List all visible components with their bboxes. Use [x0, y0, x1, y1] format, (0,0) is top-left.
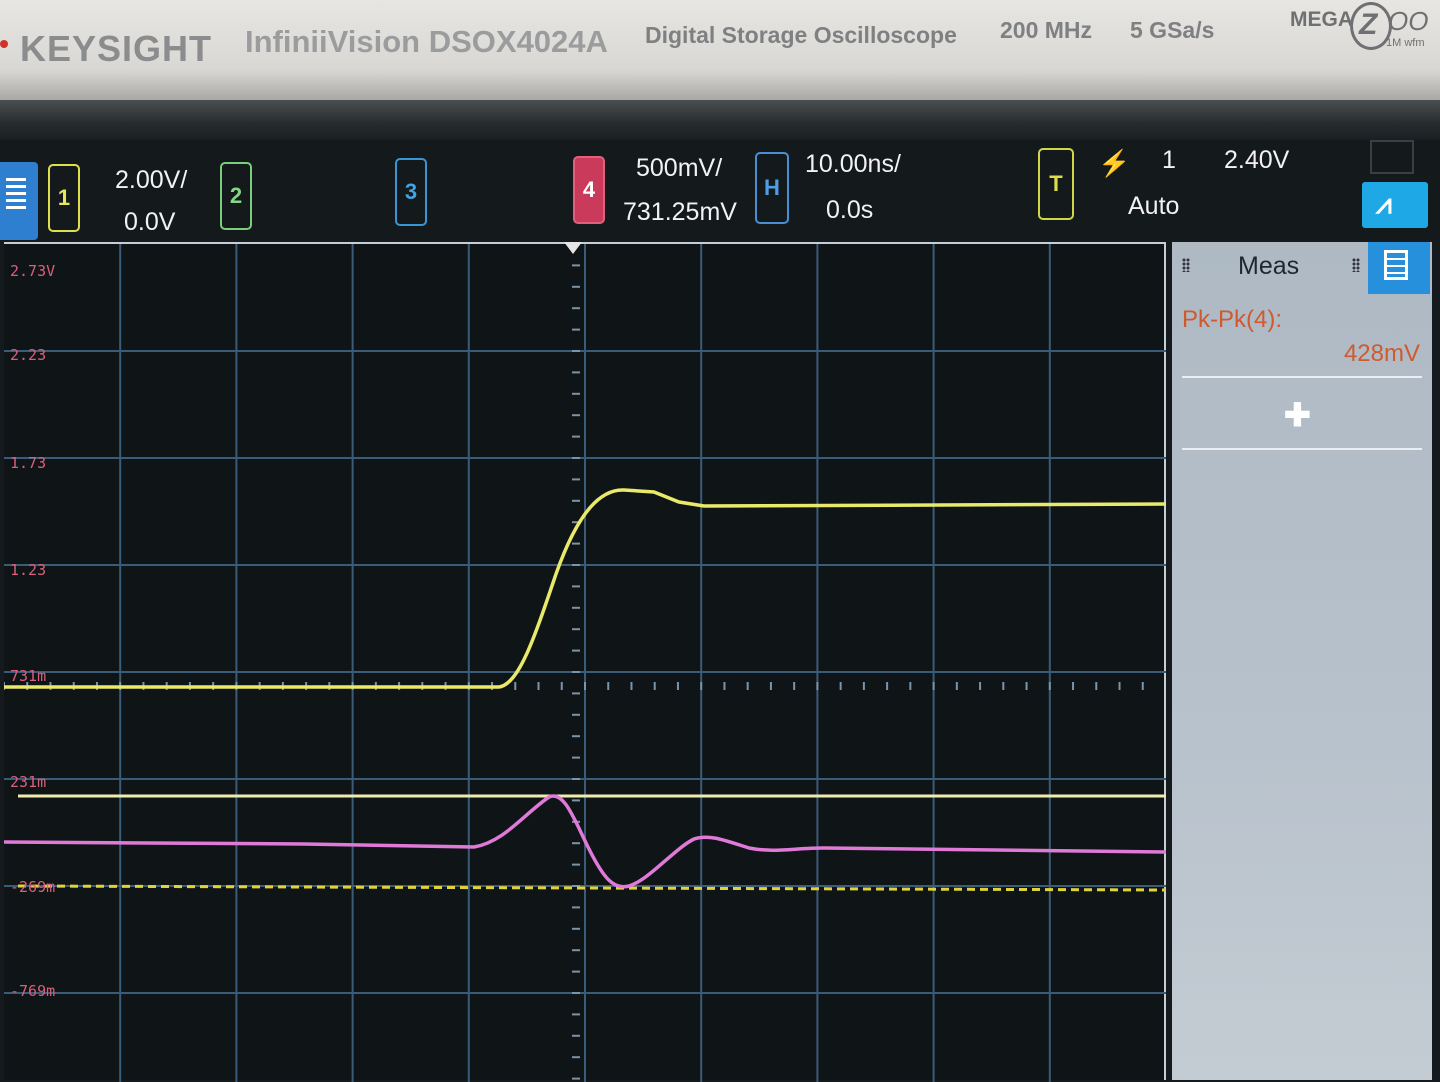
horizontal-badge[interactable]: H [755, 152, 789, 224]
drag-grip-icon[interactable] [1182, 258, 1190, 272]
brand-logo: KEYSIGHT [20, 28, 213, 69]
measurement-title: Meas [1238, 252, 1300, 280]
channel-4-badge[interactable]: 4 [573, 156, 605, 224]
vertical-label: -769m [10, 982, 56, 1000]
channel-3-badge[interactable]: 3 [395, 158, 427, 226]
sample-rate-spec: 5 GSa/s [1130, 17, 1215, 43]
model-description: Digital Storage Oscilloscope [645, 22, 957, 48]
megazoom-logo-sub: 1M wfm [1386, 37, 1425, 49]
horizontal-scale[interactable]: 10.00ns/ [805, 150, 901, 179]
trigger-source[interactable]: 1 [1162, 146, 1176, 175]
channel-1-scale[interactable]: 2.00V/ [115, 166, 187, 195]
trigger-position-marker[interactable] [564, 242, 582, 254]
horizontal-delay[interactable]: 0.0s [826, 196, 873, 225]
main-menu-button[interactable] [0, 162, 38, 240]
measurement-value: 428mV [1343, 340, 1420, 367]
channel-4-offset[interactable]: 731.25mV [623, 198, 737, 227]
window-restore-icon[interactable] [1370, 140, 1414, 174]
vertical-label: 2.73V [10, 262, 56, 280]
measurement-name[interactable]: Pk-Pk(4): [1182, 306, 1282, 334]
trigger-mode[interactable]: Auto [1128, 192, 1179, 221]
drag-grip-icon[interactable] [1352, 258, 1360, 272]
list-icon [1384, 250, 1408, 280]
vertical-label: 2.23 [10, 346, 47, 364]
vertical-label: 231m [10, 773, 47, 791]
add-measurement-button[interactable]: ✚ [1284, 396, 1311, 434]
channel-2-badge[interactable]: 2 [220, 162, 252, 230]
megazoom-logo: MEGA Z OO 1M wfm [1288, 0, 1440, 55]
waveform-display[interactable] [4, 242, 1166, 1082]
bezel-shadow [0, 100, 1440, 140]
measurement-menu-button[interactable] [1368, 242, 1430, 294]
vertical-label: 731m [10, 667, 47, 685]
menu-icon [6, 178, 26, 212]
bandwidth-spec: 200 MHz [1000, 17, 1093, 43]
vertical-label: 1.23 [10, 561, 47, 579]
model-name: InfiniiVision DSOX4024A [245, 24, 608, 59]
touch-control-button[interactable]: ⩘ [1362, 182, 1428, 228]
channel-1-badge[interactable]: 1 [48, 164, 80, 232]
channel-1-offset[interactable]: 0.0V [124, 208, 175, 237]
trigger-edge-icon: ⚡ [1098, 148, 1131, 178]
vertical-label: -269m [10, 878, 56, 896]
trigger-badge[interactable]: T [1038, 148, 1074, 220]
measurement-panel: Meas Pk-Pk(4): 428mV ✚ [1172, 242, 1432, 1080]
megazoom-logo-mega: MEGA [1290, 8, 1353, 31]
vertical-label: 1.73 [10, 454, 47, 472]
waveform-icon: ⩘ [1376, 188, 1392, 219]
instrument-bezel: KEYSIGHT InfiniiVision DSOX4024A Digital… [0, 0, 1440, 100]
waveform-svg [4, 244, 1166, 1082]
trigger-level[interactable]: 2.40V [1224, 146, 1289, 175]
megazoom-logo-letter: Z [1359, 8, 1378, 41]
channel-4-scale[interactable]: 500mV/ [636, 154, 722, 183]
brand-dot [0, 40, 8, 48]
megazoom-logo-tail: OO [1388, 6, 1429, 36]
divider [1182, 376, 1422, 378]
divider [1182, 448, 1422, 450]
